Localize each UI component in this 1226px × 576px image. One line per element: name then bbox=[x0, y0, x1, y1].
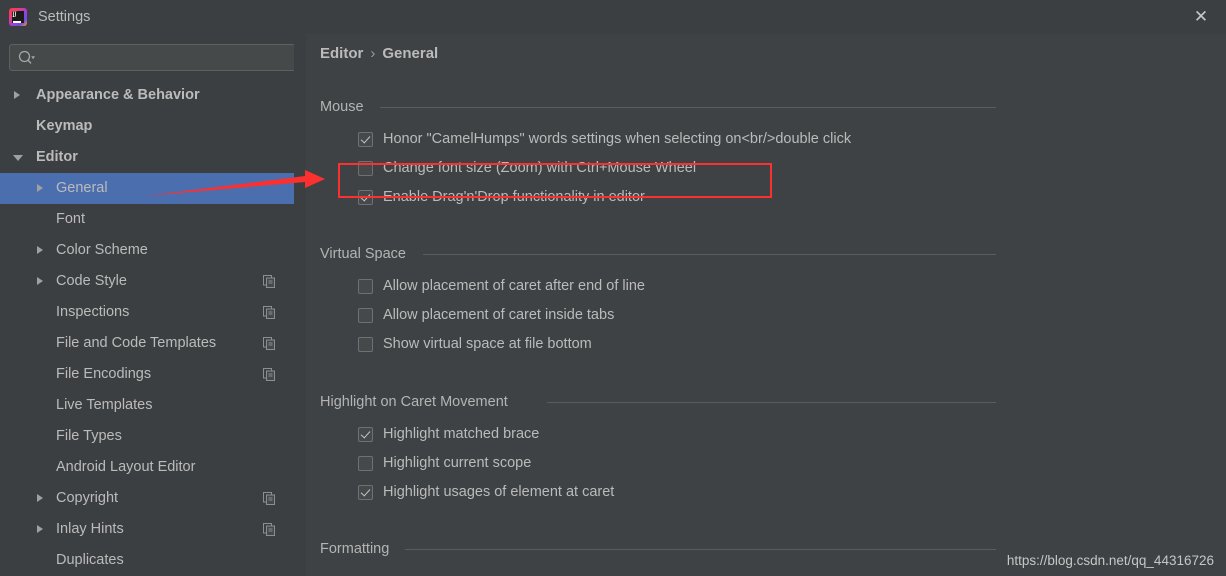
sidebar-item-label: Live Templates bbox=[56, 397, 153, 413]
option-label: Honor "CamelHumps" words settings when s… bbox=[383, 131, 852, 147]
section-virtual-space: Virtual Space Allow placement of caret af… bbox=[320, 244, 1004, 352]
sidebar-item-label: Inlay Hints bbox=[56, 521, 124, 537]
chevron-right-icon[interactable] bbox=[37, 494, 43, 502]
settings-content-panel: Editor › General Mouse Honor "CamelHumps" w… bbox=[306, 34, 1226, 576]
settings-dialog: IJ Settings ✕ Appearance & Behavior Keyma… bbox=[0, 0, 1226, 576]
section-title: Virtual Space bbox=[320, 244, 1004, 264]
search-field[interactable] bbox=[9, 44, 296, 71]
option-label: Highlight current scope bbox=[383, 455, 532, 471]
copy-settings-icon bbox=[263, 337, 275, 350]
section-title-text: Highlight on Caret Movement bbox=[320, 394, 508, 410]
section-title-text: Formatting bbox=[320, 541, 390, 557]
search-input[interactable] bbox=[40, 45, 290, 70]
sidebar-item-label: Appearance & Behavior bbox=[36, 87, 200, 103]
checkbox[interactable] bbox=[358, 279, 373, 294]
sidebar-item-file-encodings[interactable]: File Encodings bbox=[0, 359, 294, 390]
option-label: Enable Drag'n'Drop functionality in edit… bbox=[383, 189, 645, 205]
checkbox[interactable] bbox=[358, 132, 373, 147]
sidebar-item-label: Copyright bbox=[56, 490, 119, 506]
sidebar-item-duplicates[interactable]: Duplicates bbox=[0, 545, 294, 576]
section-title: Formatting bbox=[320, 539, 1004, 559]
section-divider bbox=[380, 107, 996, 108]
sidebar-item-label: File Encodings bbox=[56, 366, 152, 382]
copy-settings-icon bbox=[263, 523, 275, 536]
chevron-right-icon[interactable] bbox=[14, 91, 20, 99]
sidebar-item-font[interactable]: Font bbox=[0, 204, 294, 235]
sidebar-item-inspections[interactable]: Inspections bbox=[0, 297, 294, 328]
chevron-right-icon[interactable] bbox=[37, 525, 43, 533]
sidebar-item-label: Inspections bbox=[56, 304, 130, 320]
section-title-text: Mouse bbox=[320, 99, 364, 115]
breadcrumb-root[interactable]: Editor bbox=[320, 45, 363, 62]
sidebar-item-appearance-behavior[interactable]: Appearance & Behavior bbox=[0, 80, 294, 111]
watermark: https://blog.csdn.net/qq_44316726 bbox=[1006, 553, 1214, 568]
sidebar-item-android-layout-editor[interactable]: Android Layout Editor bbox=[0, 452, 294, 483]
section-divider bbox=[405, 549, 996, 550]
copy-settings-icon bbox=[263, 368, 275, 381]
section-title: Mouse bbox=[320, 97, 1004, 117]
option-label: Allow placement of caret after end of li… bbox=[383, 278, 645, 294]
intellij-idea-icon: IJ bbox=[9, 8, 27, 26]
checkbox[interactable] bbox=[358, 456, 373, 471]
option-label: Show virtual space at file bottom bbox=[383, 336, 592, 352]
chevron-right-icon[interactable] bbox=[37, 277, 43, 285]
section-formatting: Formatting bbox=[320, 539, 1004, 559]
section-mouse: Mouse Honor "CamelHumps" words settings w… bbox=[320, 97, 1004, 205]
checkbox[interactable] bbox=[358, 485, 373, 500]
section-divider bbox=[423, 254, 996, 255]
breadcrumb-separator-icon: › bbox=[370, 45, 376, 62]
option-label: Highlight matched brace bbox=[383, 426, 540, 442]
copy-settings-icon bbox=[263, 492, 275, 505]
chevron-right-icon[interactable] bbox=[37, 184, 43, 192]
sidebar-item-label: Keymap bbox=[36, 118, 93, 134]
breadcrumb: Editor › General bbox=[320, 44, 438, 64]
section-highlight-on-caret-movement: Highlight on Caret Movement Highlight mat… bbox=[320, 392, 1004, 500]
sidebar-item-live-templates[interactable]: Live Templates bbox=[0, 390, 294, 421]
sidebar-item-label: Code Style bbox=[56, 273, 127, 289]
sidebar-item-file-and-code-templates[interactable]: File and Code Templates bbox=[0, 328, 294, 359]
checkbox[interactable] bbox=[358, 161, 373, 176]
sidebar-item-color-scheme[interactable]: Color Scheme bbox=[0, 235, 294, 266]
chevron-down-icon[interactable] bbox=[13, 155, 23, 161]
sidebar-item-keymap[interactable]: Keymap bbox=[0, 111, 294, 142]
sidebar-item-file-types[interactable]: File Types bbox=[0, 421, 294, 452]
copy-settings-icon bbox=[263, 306, 275, 319]
chevron-right-icon[interactable] bbox=[37, 246, 43, 254]
sidebar-item-label: Font bbox=[56, 211, 86, 227]
sidebar-item-label: File and Code Templates bbox=[56, 335, 217, 351]
sidebar-item-editor[interactable]: Editor bbox=[0, 142, 294, 173]
sidebar-item-copyright[interactable]: Copyright bbox=[0, 483, 294, 514]
sidebar-scrollbar-track[interactable] bbox=[294, 34, 598, 576]
sidebar-item-code-style[interactable]: Code Style bbox=[0, 266, 294, 297]
sidebar-item-label: Android Layout Editor bbox=[56, 459, 196, 475]
option-label: Allow placement of caret inside tabs bbox=[383, 307, 615, 323]
sidebar-item-general[interactable]: General bbox=[0, 173, 294, 204]
settings-tree[interactable]: Appearance & Behavior Keymap Editor General… bbox=[0, 80, 294, 576]
sidebar-item-label: Duplicates bbox=[56, 552, 124, 568]
sidebar-item-label: Editor bbox=[36, 149, 78, 165]
close-icon[interactable]: ✕ bbox=[1190, 7, 1212, 27]
sidebar-item-inlay-hints[interactable]: Inlay Hints bbox=[0, 514, 294, 545]
sidebar-item-label: General bbox=[56, 180, 108, 196]
breadcrumb-leaf: General bbox=[382, 45, 439, 62]
copy-settings-icon bbox=[263, 275, 275, 288]
checkbox[interactable] bbox=[358, 427, 373, 442]
section-divider bbox=[547, 402, 996, 403]
option-label: Highlight usages of element at caret bbox=[383, 484, 615, 500]
checkbox[interactable] bbox=[358, 190, 373, 205]
section-title: Highlight on Caret Movement bbox=[320, 392, 1004, 412]
title-bar: IJ Settings ✕ bbox=[0, 0, 1226, 34]
checkbox[interactable] bbox=[358, 308, 373, 323]
section-title-text: Virtual Space bbox=[320, 246, 406, 262]
search-icon bbox=[18, 50, 35, 64]
sidebar-item-label: File Types bbox=[56, 428, 122, 444]
checkbox[interactable] bbox=[358, 337, 373, 352]
option-label: Change font size (Zoom) with Ctrl+Mouse … bbox=[383, 160, 697, 176]
settings-sidebar: Appearance & Behavior Keymap Editor General… bbox=[0, 34, 296, 576]
window-title: Settings bbox=[38, 9, 91, 25]
sidebar-item-label: Color Scheme bbox=[56, 242, 148, 258]
